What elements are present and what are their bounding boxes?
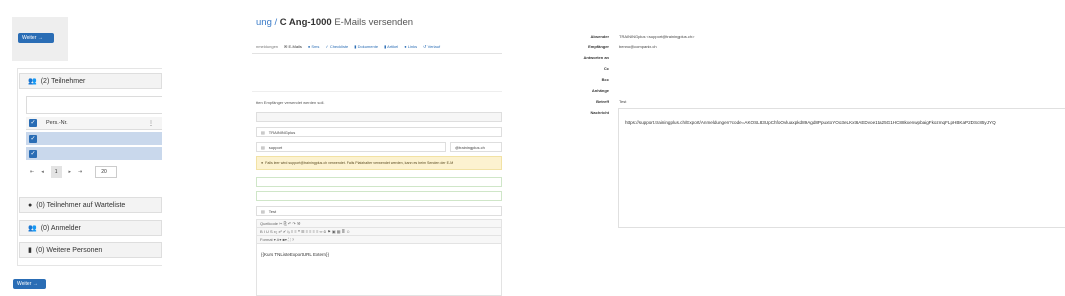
editor-toolbar-1-text: Quellcode ✂ ⎘ ↶ ↷ ⚒ [260, 221, 301, 226]
tab-artikel[interactable]: ▮ Artikel [384, 44, 398, 49]
participants-panel: Weiter → 👥 (2) Teilnehmer ✓ Pers.-Nr. ⋮ … [0, 0, 162, 296]
tabs-divider [252, 53, 502, 54]
editor-toolbar-row-3[interactable]: Format ▾ A▾ ■▾ ⛶ ? [256, 235, 502, 243]
sender-domain-field: @trainingplus.ch [450, 142, 502, 152]
recipient-field[interactable] [256, 112, 502, 122]
message-export-link[interactable]: https://support.trainingplus.ch/Export/A… [625, 120, 996, 125]
preview-row-anhaenge: Anhänge [560, 86, 609, 94]
table-row[interactable]: ✓ [26, 147, 162, 160]
label-nachricht: Nachricht [590, 109, 609, 115]
editor-toolbar-row-1[interactable]: Quellcode ✂ ⎘ ↶ ↷ ⚒ [256, 219, 502, 227]
warning-icon: ● [261, 161, 264, 165]
breadcrumb-link[interactable]: ung / [256, 17, 280, 28]
last-page-icon[interactable]: ⇥ [78, 169, 82, 175]
bcc-field[interactable] [256, 191, 502, 201]
row-checkbox[interactable]: ✓ [29, 134, 37, 143]
id-card-icon: ▤ [261, 208, 265, 214]
info-text: tten Empfänger versendet werden soll. [256, 100, 325, 105]
grid-toolbar [26, 96, 162, 114]
column-header-pers-nr[interactable]: Pers.-Nr. [46, 120, 68, 126]
label-cc: Cc [603, 65, 609, 71]
id-card-icon: ▤ [261, 144, 265, 150]
page-title-text: E-Mails versenden [331, 17, 414, 28]
value-empfaenger: benno@companix.ch [619, 43, 657, 49]
page-title: ung / C Ang-1000 E-Mails versenden [256, 17, 413, 28]
id-card-icon: ▤ [261, 129, 265, 135]
tab-checkliste[interactable]: ✓ Checkliste [325, 44, 348, 49]
warning-text: Falls leer wird support@trainingplus.ch … [265, 161, 454, 165]
tab-links[interactable]: ● Links [404, 44, 417, 49]
contact-card-icon: ▮ [28, 247, 32, 254]
tab-sms[interactable]: ● Sms [308, 44, 320, 49]
content-band [252, 64, 502, 92]
section-anmelder-label: (0) Anmelder [40, 224, 81, 232]
section-teilnehmer[interactable]: 👥 (2) Teilnehmer [19, 73, 162, 89]
section-teilnehmer-label: (2) Teilnehmer [40, 77, 86, 85]
tab-anmeldungen[interactable]: nmeldungen [256, 44, 278, 49]
editor-toolbar-2-text: B I U S x₂ x² ✔ Iₓ ≡ ≡ ❝ ☰ ≡ ≡ ≡ ≡ ∞ ⦸ ⚑… [260, 229, 351, 234]
weiter-button-top[interactable]: Weiter → [18, 33, 54, 43]
label-absender: Absender [590, 33, 609, 39]
editor-content: {{Kurs TNListeExportURL Extern}} [261, 252, 330, 257]
cc-field[interactable] [256, 177, 502, 187]
prev-page-icon[interactable]: ◂ [41, 169, 44, 175]
email-compose-panel: ung / C Ang-1000 E-Mails versenden nmeld… [252, 0, 502, 296]
preview-row-absender: Absender TRAININGplus <support@trainingp… [560, 32, 695, 40]
grid-header-row: ✓ Pers.-Nr. ⋮ [26, 117, 162, 130]
preview-row-nachricht: Nachricht [560, 108, 609, 116]
clock-icon: ● [28, 201, 33, 209]
section-warteliste[interactable]: ● (0) Teilnehmer auf Warteliste [19, 197, 162, 213]
label-empfaenger: Empfänger [588, 43, 609, 49]
email-preview-panel: Absender TRAININGplus <support@trainingp… [560, 0, 1065, 296]
page-size-select[interactable]: 20 [95, 166, 118, 178]
select-all-checkbox[interactable]: ✓ [29, 119, 37, 127]
section-anmelder[interactable]: 👥 (0) Anmelder [19, 220, 162, 236]
message-editor[interactable]: {{Kurs TNListeExportURL Extern}} [256, 243, 502, 296]
sender-name-field[interactable]: ▤ TRAININGplus [256, 127, 502, 137]
section-weitere-label: (0) Weitere Personen [35, 246, 103, 254]
first-page-icon[interactable]: ⇤ [30, 169, 34, 175]
weiter-button-label: Weiter → [22, 34, 43, 41]
value-betreff: Test [619, 98, 627, 104]
preview-row-empfaenger: Empfänger benno@companix.ch [560, 42, 657, 50]
sender-local-part-field[interactable]: ▤ support [256, 142, 446, 152]
preview-row-antworten: Antworten an [560, 53, 609, 61]
column-menu-icon[interactable]: ⋮ [148, 120, 154, 127]
tab-dokumente[interactable]: ▮ Dokumente [354, 44, 378, 49]
current-page[interactable]: 1 [50, 166, 62, 178]
warning-alert: ● Falls leer wird support@trainingplus.c… [256, 156, 502, 170]
message-preview-box: https://support.trainingplus.ch/Export/A… [618, 108, 1065, 228]
tab-verlauf[interactable]: ↺ Verlauf [423, 44, 440, 49]
users-icon: 👥 [28, 225, 37, 232]
weiter-button-label: Weiter → [17, 280, 38, 287]
value-absender: TRAININGplus <support@trainingplus.ch> [619, 33, 695, 39]
preview-row-betreff: Betreff Test [560, 97, 626, 105]
subject-value: Test [268, 208, 277, 214]
sender-local-part-value: support [268, 144, 283, 150]
preview-row-cc: Cc [560, 64, 609, 72]
sender-name-value: TRAININGplus [268, 129, 296, 135]
next-page-icon[interactable]: ▸ [69, 169, 72, 175]
course-id: C Ang-1000 [279, 17, 332, 28]
row-checkbox[interactable]: ✓ [29, 149, 37, 158]
tab-emails[interactable]: ✉ E-Mails [284, 44, 302, 49]
tabs: nmeldungen ✉ E-Mails ● Sms ✓ Checkliste … [256, 44, 440, 49]
table-row[interactable]: ✓ [26, 132, 162, 145]
label-antworten: Antworten an [583, 54, 609, 60]
pager: ⇤ ◂ 1 ▸ ⇥ 20 [30, 165, 160, 179]
label-anhaenge: Anhänge [591, 87, 609, 93]
label-betreff: Betreff [596, 98, 609, 104]
editor-toolbar-3-text: Format ▾ A▾ ■▾ ⛶ ? [260, 237, 295, 242]
weiter-button-bottom[interactable]: Weiter → [13, 279, 46, 289]
users-icon: 👥 [28, 78, 37, 85]
label-bcc: Bcc [601, 76, 609, 82]
editor-toolbar-row-2[interactable]: B I U S x₂ x² ✔ Iₓ ≡ ≡ ❝ ☰ ≡ ≡ ≡ ≡ ∞ ⦸ ⚑… [256, 227, 502, 235]
sender-domain-value: @trainingplus.ch [455, 144, 485, 150]
section-warteliste-label: (0) Teilnehmer auf Warteliste [36, 201, 126, 209]
preview-row-bcc: Bcc [560, 75, 609, 83]
subject-field[interactable]: ▤ Test [256, 206, 502, 216]
section-weitere[interactable]: ▮ (0) Weitere Personen [19, 242, 162, 258]
